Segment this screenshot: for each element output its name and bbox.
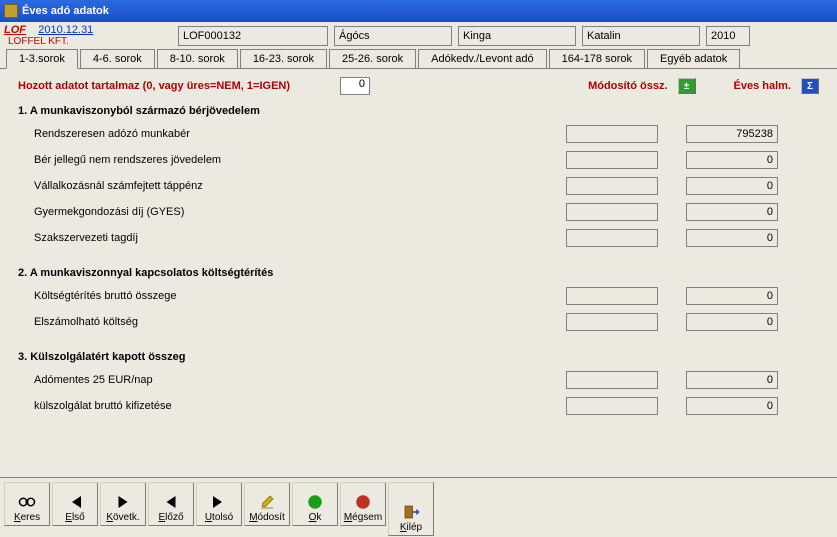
s1-row-3: Gyermekgondozási díj (GYES) 0 (18, 201, 819, 223)
s1-row-1: Bér jellegű nem rendszeres jövedelem 0 (18, 149, 819, 171)
hozott-row: Hozott adatot tartalmaz (0, vagy üres=NE… (18, 77, 819, 95)
s1-v1-2[interactable] (566, 177, 658, 195)
s2-row-0: Költségtérítés bruttó összege 0 (18, 285, 819, 307)
s1-label-1: Bér jellegű nem rendszeres jövedelem (18, 154, 448, 166)
app-icon (4, 4, 18, 18)
s3-v1-1[interactable] (566, 397, 658, 415)
year-field[interactable]: 2010 (706, 26, 750, 46)
s1-v2-4[interactable]: 0 (686, 229, 778, 247)
s2-label-1: Elszámolható költség (18, 316, 448, 328)
s1-label-2: Vállalkozásnál számfejtett táppénz (18, 180, 448, 192)
exit-icon (401, 503, 421, 521)
section-2-title: 2. A munkaviszonnyal kapcsolatos költség… (18, 267, 819, 279)
s1-v1-1[interactable] (566, 151, 658, 169)
s1-label-0: Rendszeresen adózó munkabér (18, 128, 448, 140)
s1-row-0: Rendszeresen adózó munkabér 795238 (18, 123, 819, 145)
footer-toolbar: Keres Első Követk. Előző Utolsó Módosít … (0, 477, 837, 537)
tab-164-178[interactable]: 164-178 sorok (549, 49, 645, 68)
eves-sum-button[interactable]: Σ (801, 78, 819, 94)
next-icon (113, 493, 133, 511)
s3-v1-0[interactable] (566, 371, 658, 389)
s1-v1-0[interactable] (566, 125, 658, 143)
s3-label-0: Adómentes 25 EUR/nap (18, 374, 448, 386)
ok-button[interactable]: Ok (292, 482, 338, 526)
lof-link[interactable]: LOF (4, 24, 26, 36)
hozott-label: Hozott adatot tartalmaz (0, vagy üres=NE… (18, 80, 290, 92)
binoculars-icon (17, 493, 37, 511)
lastname-field[interactable]: Ágócs (334, 26, 452, 46)
hozott-input[interactable]: 0 (340, 77, 370, 95)
ok-icon (305, 493, 325, 511)
tab-4-6[interactable]: 4-6. sorok (80, 49, 155, 68)
company-name: LOFFEL KFT. (4, 36, 172, 47)
s2-v2-0[interactable]: 0 (686, 287, 778, 305)
s2-v1-1[interactable] (566, 313, 658, 331)
tab-25-26[interactable]: 25-26. sorok (329, 49, 416, 68)
s1-v2-3[interactable]: 0 (686, 203, 778, 221)
tab-1-3[interactable]: 1-3.sorok (6, 49, 78, 69)
s2-v1-0[interactable] (566, 287, 658, 305)
kovetk-button[interactable]: Követk. (100, 482, 146, 526)
s2-label-0: Költségtérítés bruttó összege (18, 290, 448, 302)
elso-button[interactable]: Első (52, 482, 98, 526)
kilep-button[interactable]: Kilép (388, 482, 434, 536)
s1-v2-1[interactable]: 0 (686, 151, 778, 169)
s1-row-2: Vállalkozásnál számfejtett táppénz 0 (18, 175, 819, 197)
s3-v2-0[interactable]: 0 (686, 371, 778, 389)
titlebar: Éves adó adatok (0, 0, 837, 22)
tab-egyeb[interactable]: Egyéb adatok (647, 49, 740, 68)
s1-v2-2[interactable]: 0 (686, 177, 778, 195)
elozo-button[interactable]: Előző (148, 482, 194, 526)
first-icon (65, 493, 85, 511)
s2-v2-1[interactable]: 0 (686, 313, 778, 331)
tab-8-10[interactable]: 8-10. sorok (157, 49, 238, 68)
eves-label: Éves halm. (734, 80, 791, 92)
cancel-icon (353, 493, 373, 511)
s3-v2-1[interactable]: 0 (686, 397, 778, 415)
modosit-button[interactable]: Módosít (244, 482, 290, 526)
middlename-field[interactable]: Katalin (582, 26, 700, 46)
utolso-button[interactable]: Utolsó (196, 482, 242, 526)
window-title: Éves adó adatok (22, 5, 109, 17)
last-icon (209, 493, 229, 511)
section-1-title: 1. A munkaviszonyból származó bérjövedel… (18, 105, 819, 117)
edit-icon (257, 493, 277, 511)
s2-row-1: Elszámolható költség 0 (18, 311, 819, 333)
code-field[interactable]: LOF000132 (178, 26, 328, 46)
section-3-title: 3. Külszolgálatért kapott összeg (18, 351, 819, 363)
prev-icon (161, 493, 181, 511)
s1-v2-0[interactable]: 795238 (686, 125, 778, 143)
s1-row-4: Szakszervezeti tagdíj 0 (18, 227, 819, 249)
keres-button[interactable]: Keres (4, 482, 50, 526)
date-link[interactable]: 2010.12.31 (38, 24, 93, 36)
s1-label-4: Szakszervezeti tagdíj (18, 232, 448, 244)
s1-v1-4[interactable] (566, 229, 658, 247)
s1-label-3: Gyermekgondozási díj (GYES) (18, 206, 448, 218)
s3-row-1: külszolgálat bruttó kifizetése 0 (18, 395, 819, 417)
megsem-button[interactable]: Mégsem (340, 482, 386, 526)
modosito-sum-button[interactable]: ± (678, 78, 696, 94)
s3-row-0: Adómentes 25 EUR/nap 0 (18, 369, 819, 391)
s1-v1-3[interactable] (566, 203, 658, 221)
firstname-field[interactable]: Kinga (458, 26, 576, 46)
content-area: Hozott adatot tartalmaz (0, vagy üres=NE… (0, 69, 837, 429)
tab-bar: 1-3.sorok 4-6. sorok 8-10. sorok 16-23. … (0, 49, 837, 69)
header-row: LOF 2010.12.31 LOFFEL KFT. LOF000132 Ágó… (0, 22, 837, 47)
modosito-label: Módosító össz. (588, 80, 667, 92)
tab-16-23[interactable]: 16-23. sorok (240, 49, 327, 68)
s3-label-1: külszolgálat bruttó kifizetése (18, 400, 448, 412)
tab-adokedv[interactable]: Adókedv./Levont adó (418, 49, 547, 68)
